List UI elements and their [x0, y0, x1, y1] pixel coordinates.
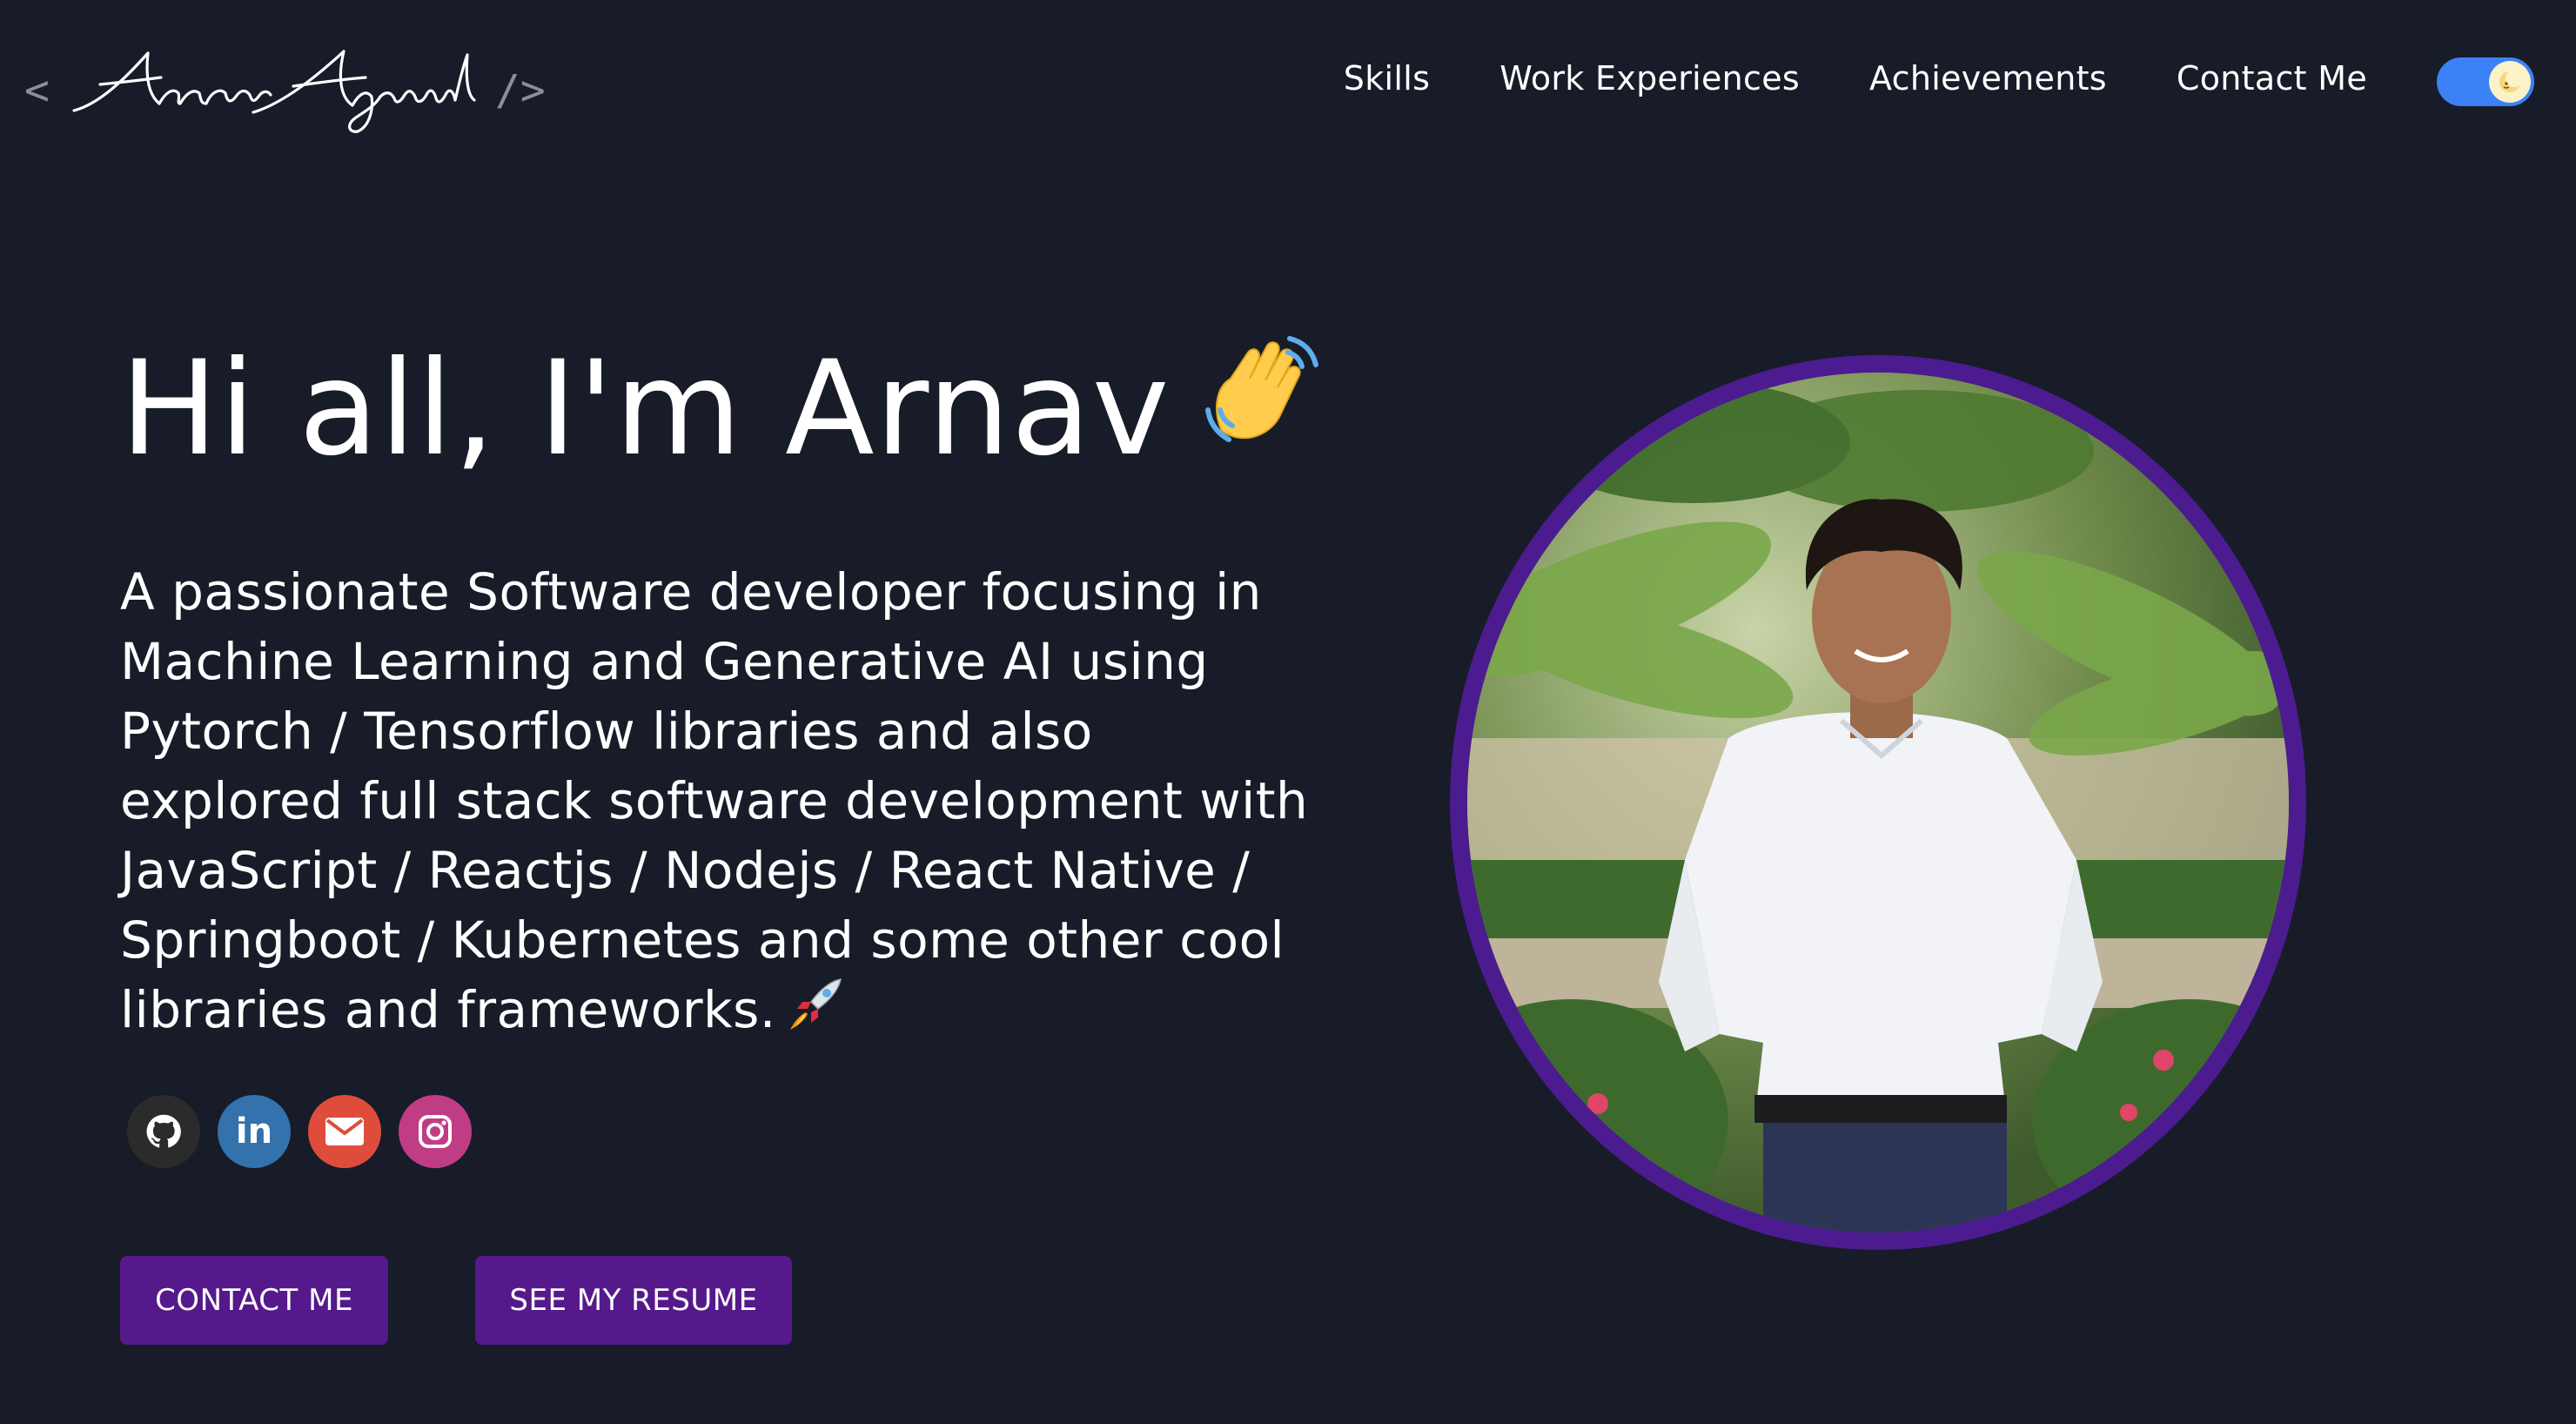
moon-icon	[2489, 61, 2531, 103]
hero-description: A passionate Software developer focusing…	[120, 557, 1321, 1051]
signature-logo	[72, 50, 476, 133]
hero-description-text: A passionate Software developer focusing…	[120, 562, 1309, 1039]
instagram-icon[interactable]	[399, 1095, 472, 1168]
waving-hand-icon	[1196, 326, 1326, 491]
nav-skills[interactable]: Skills	[1309, 54, 1465, 103]
rocket-icon	[787, 976, 844, 1051]
nav-work-experiences[interactable]: Work Experiences	[1465, 54, 1835, 103]
main-nav: Skills Work Experiences Achievements Con…	[1309, 54, 2367, 103]
linkedin-icon[interactable]: in	[218, 1095, 291, 1168]
see-my-resume-button[interactable]: SEE MY RESUME	[475, 1256, 792, 1345]
nav-contact-me[interactable]: Contact Me	[2142, 54, 2367, 103]
hero-title-text: Hi all, I'm Arnav	[120, 333, 1171, 485]
linkedin-glyph: in	[235, 1112, 273, 1152]
contact-me-button[interactable]: CONTACT ME	[120, 1256, 388, 1345]
site-header: < /> Skills Work Experiences Achievement…	[0, 0, 2576, 165]
github-icon[interactable]	[127, 1095, 200, 1168]
social-links: in	[127, 1095, 472, 1168]
profile-photo	[1450, 355, 2306, 1250]
logo-open-bracket: <	[24, 66, 50, 115]
logo[interactable]: < />	[24, 38, 546, 143]
email-icon[interactable]	[308, 1095, 381, 1168]
nav-achievements[interactable]: Achievements	[1835, 54, 2142, 103]
logo-close-bracket: />	[494, 66, 546, 115]
hero-title: Hi all, I'm Arnav	[120, 331, 1326, 491]
theme-toggle[interactable]	[2437, 57, 2534, 106]
